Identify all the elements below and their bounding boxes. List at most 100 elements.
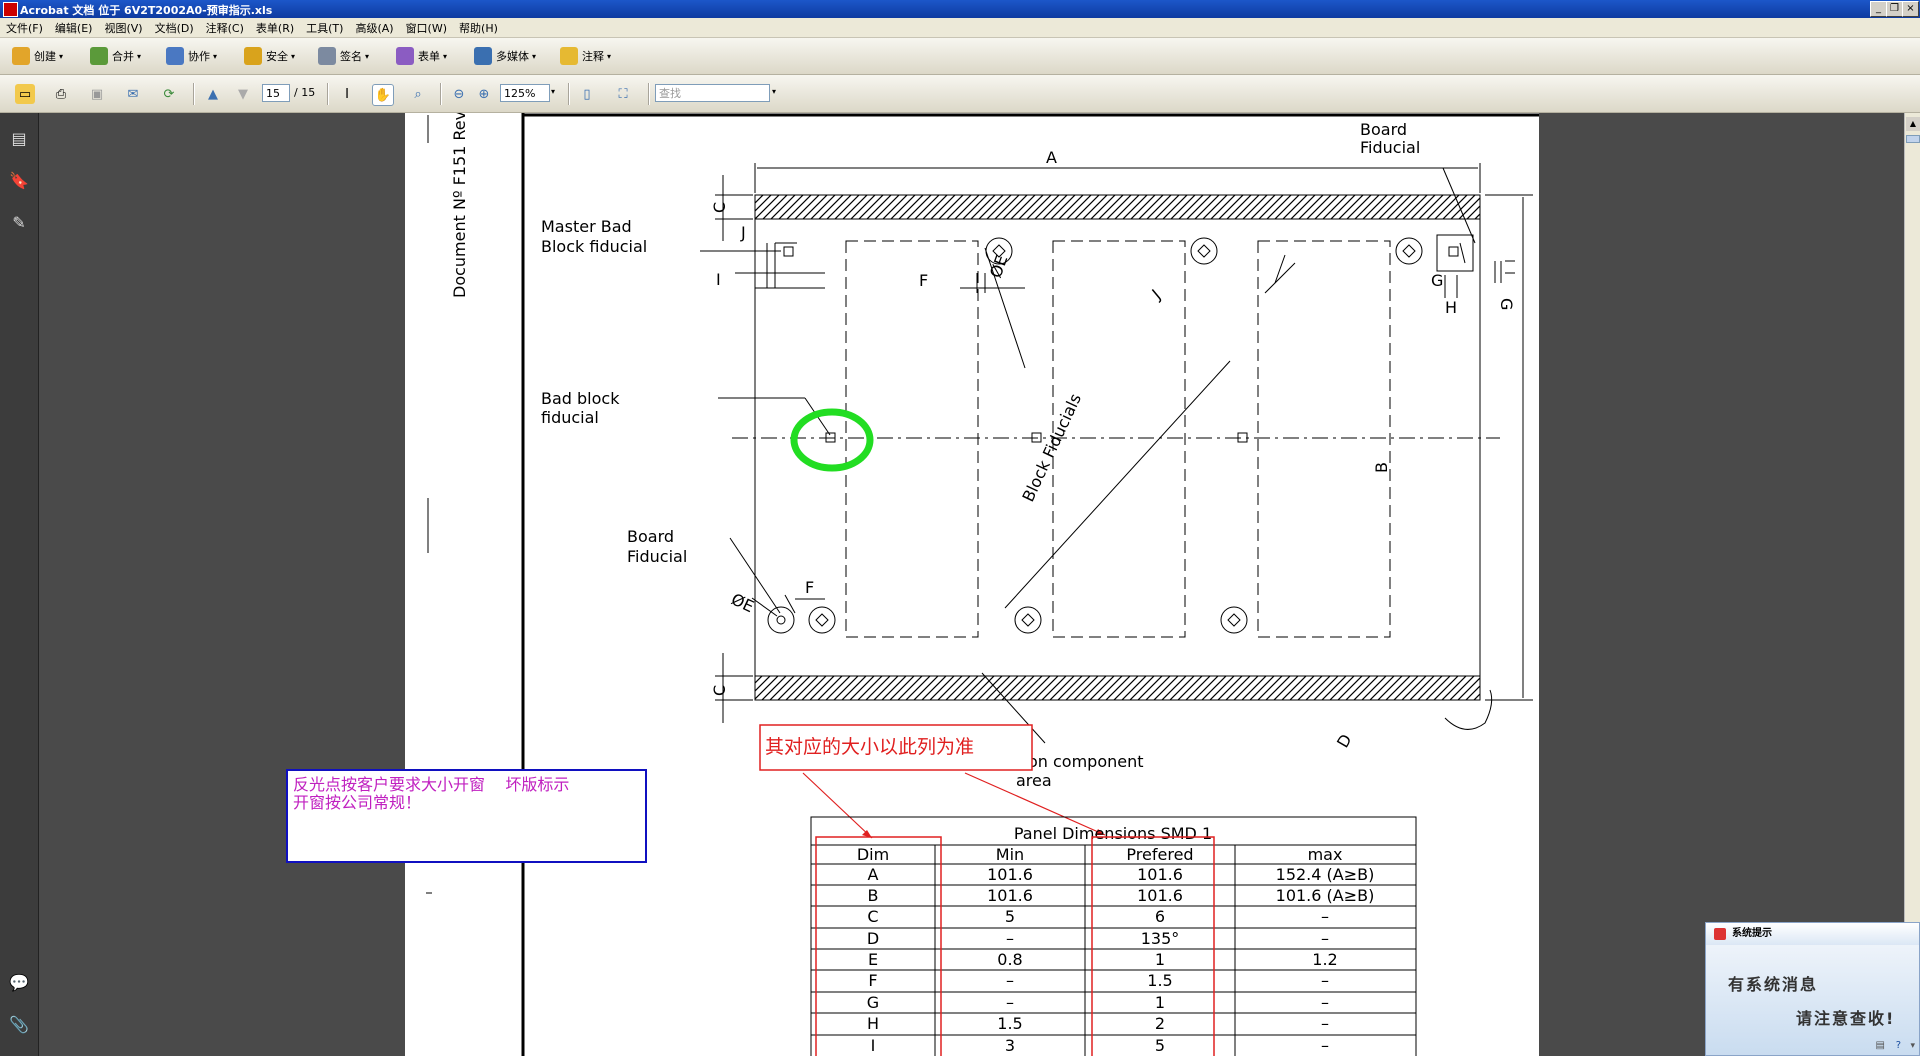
signatures-icon[interactable]: ✎ (9, 213, 29, 233)
blue-annotation-box[interactable]: 反光点按客户要求大小开窗 坏版标示 开窗按公司常规！ (286, 769, 647, 863)
table-cell: – (1321, 907, 1329, 926)
navigation-toolbar: ▭ ⎙ ▣ ✉ ⟳ ▲ ▼ 15 / 15 I ✋ ⌕ ⊖ ⊕ 125% ▾ ▯… (0, 75, 1920, 113)
table-cell: 0.8 (997, 950, 1022, 969)
table-header-dim: Dim (857, 845, 889, 864)
table-cell: 5 (1005, 907, 1015, 926)
title-bar: Acrobat 文档 位于 6V2T2002A0-预审指示.xls _ ❐ × (0, 0, 1920, 18)
table-cell: 101.6 (A≥B) (1276, 886, 1375, 905)
label-dim-a: A (1046, 148, 1057, 167)
table-cell: I (871, 1036, 876, 1055)
label-dim-c-bottom: C (710, 685, 729, 696)
menu-comments[interactable]: 注释(C) (200, 18, 250, 36)
pages-icon[interactable]: ▤ (9, 129, 29, 149)
actual-size-icon[interactable]: ▯ (577, 84, 597, 104)
search-dropdown-icon[interactable]: ▾ (772, 87, 776, 96)
menu-advanced[interactable]: 高级(A) (349, 18, 399, 36)
print-icon[interactable]: ⎙ (51, 84, 71, 104)
page-total: / 15 (294, 86, 316, 99)
label-block-fiducials: Block Fiducials (1018, 391, 1085, 505)
search-input[interactable]: 查找 (655, 84, 770, 102)
zoom-tool-icon[interactable]: ⌕ (408, 84, 428, 104)
table-cell: 2 (1155, 1014, 1165, 1033)
table-cell: 101.6 (1137, 886, 1183, 905)
zoom-out-icon[interactable]: ⊖ (449, 84, 469, 104)
collaborate-icon (166, 47, 184, 65)
browse-icon[interactable]: ⟳ (159, 84, 179, 104)
page-number-input[interactable]: 15 (262, 84, 290, 102)
table-cell: E (868, 950, 878, 969)
save-icon[interactable]: ▣ (87, 84, 107, 104)
label-dim-i: I (716, 270, 721, 289)
close-button[interactable]: × (1902, 1, 1919, 17)
table-cell: C (867, 907, 878, 926)
document-viewport[interactable]: Document Nº F151 Rev C 13-05-2005 A B C … (39, 113, 1904, 1056)
table-cell: – (1321, 1036, 1329, 1055)
combine-icon (90, 47, 108, 65)
label-dim-j-right: J (1148, 285, 1165, 303)
sign-button[interactable]: 签名 ▾ (318, 46, 369, 66)
table-cell: – (1321, 993, 1329, 1012)
popup-collapse-icon[interactable]: ▾ (1910, 1041, 1915, 1051)
forms-button[interactable]: 表单 ▾ (396, 46, 447, 66)
popup-message-1: 有系统消息 (1728, 975, 1819, 994)
comment-button[interactable]: 注释 ▾ (560, 46, 611, 66)
select-text-icon[interactable]: I (337, 84, 357, 104)
tasks-toolbar: 创建 ▾ 合并 ▾ 协作 ▾ 安全 ▾ 签名 ▾ 表单 ▾ 多媒体 ▾ 注释 ▾ (0, 38, 1920, 75)
minimize-button[interactable]: _ (1870, 1, 1887, 17)
popup-settings-icon[interactable]: ▤ (1876, 1040, 1885, 1051)
menu-window[interactable]: 窗口(W) (400, 18, 453, 36)
collaborate-button[interactable]: 协作 ▾ (166, 46, 217, 66)
open-folder-icon[interactable]: ▭ (15, 84, 35, 104)
zoom-in-icon[interactable]: ⊕ (474, 84, 494, 104)
menu-help[interactable]: 帮助(H) (453, 18, 504, 36)
label-board-fiducial-bottom-2: Fiducial (627, 547, 687, 566)
label-dim-j-left: J (740, 223, 746, 242)
lock-icon (244, 47, 262, 65)
table-cell: 152.4 (A≥B) (1276, 865, 1375, 884)
menu-forms[interactable]: 表单(R) (250, 18, 300, 36)
label-dim-c-top: C (710, 202, 729, 213)
secure-button[interactable]: 安全 ▾ (244, 46, 295, 66)
blue-annotation-line-1: 反光点按客户要求大小开窗 坏版标示 (293, 775, 570, 794)
table-cell: 6 (1155, 907, 1165, 926)
label-dim-g-right: G (1497, 298, 1516, 310)
email-icon[interactable]: ✉ (123, 84, 143, 104)
combine-button[interactable]: 合并 ▾ (90, 46, 141, 66)
table-header-min: Min (996, 845, 1024, 864)
label-dim-f-top: F (919, 271, 928, 290)
document-reference: Document Nº F151 Rev C 13-05-2005 (450, 113, 469, 298)
zoom-level-input[interactable]: 125% (500, 84, 550, 102)
table-cell: 101.6 (987, 865, 1033, 884)
bookmarks-icon[interactable]: 🔖 (9, 171, 29, 191)
vertical-scrollbar[interactable]: ▲ (1904, 113, 1920, 1056)
scroll-up-icon[interactable]: ▲ (1906, 117, 1920, 131)
restore-button[interactable]: ❐ (1886, 1, 1903, 17)
menu-document[interactable]: 文档(D) (149, 18, 200, 36)
form-icon (396, 47, 414, 65)
hand-tool-icon[interactable]: ✋ (372, 84, 394, 106)
system-notification-popup[interactable]: 系统提示 有系统消息 请注意查收! ▤ ? ▾ (1705, 922, 1920, 1056)
comments-panel-icon[interactable]: 💬 (9, 973, 29, 993)
panel-drawing: Document Nº F151 Rev C 13-05-2005 A B C … (426, 113, 1555, 1056)
menu-view[interactable]: 视图(V) (98, 18, 148, 36)
table-cell: – (1321, 1014, 1329, 1033)
table-cell: – (1321, 929, 1329, 948)
previous-page-icon[interactable]: ▲ (203, 84, 223, 104)
scroll-thumb[interactable] (1906, 135, 1920, 143)
next-page-icon[interactable]: ▼ (233, 84, 253, 104)
create-button[interactable]: 创建 ▾ (12, 46, 63, 66)
bad-block-highlight (790, 408, 874, 472)
multimedia-button[interactable]: 多媒体 ▾ (474, 46, 536, 66)
popup-help-icon[interactable]: ? (1896, 1040, 1901, 1051)
label-bad-block-1: Bad block (541, 389, 620, 408)
label-dim-b: B (1372, 462, 1391, 473)
fit-page-icon[interactable]: ⛶ (613, 84, 633, 104)
menu-edit[interactable]: 编辑(E) (49, 18, 99, 36)
menu-file[interactable]: 文件(F) (0, 18, 49, 36)
menu-tools[interactable]: 工具(T) (300, 18, 349, 36)
attachments-icon[interactable]: 📎 (9, 1015, 29, 1035)
label-dim-g-left: G (1431, 271, 1443, 290)
zoom-dropdown-icon[interactable]: ▾ (551, 87, 555, 96)
table-title: Panel Dimensions SMD 1 (1014, 824, 1212, 843)
acrobat-app-icon (3, 2, 18, 17)
